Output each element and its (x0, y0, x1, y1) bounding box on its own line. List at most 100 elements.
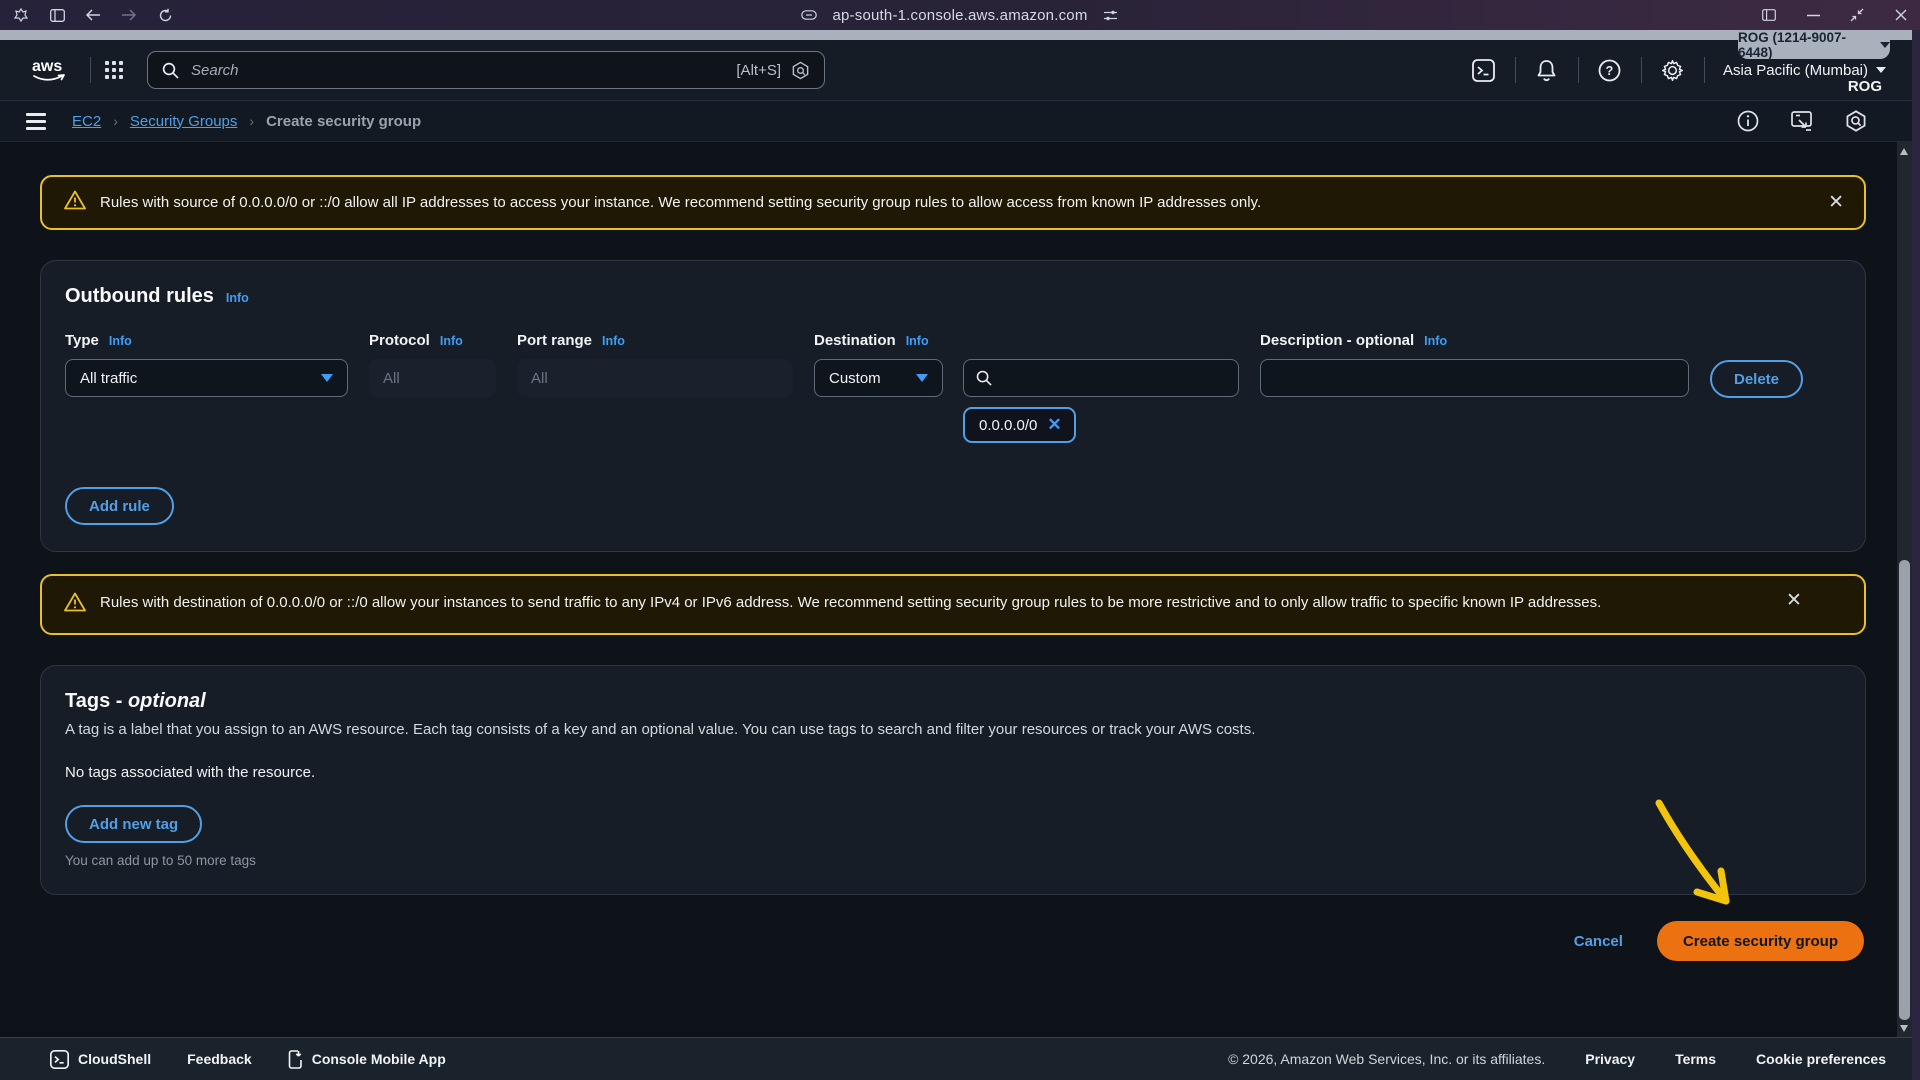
chevron-down-icon (1876, 67, 1886, 73)
type-value: All traffic (80, 370, 137, 387)
add-new-tag-button[interactable]: Add new tag (65, 805, 202, 843)
account-strip (0, 30, 1912, 40)
cookie-preferences-button[interactable]: Cookie preferences (1756, 1051, 1886, 1067)
type-column-label: Type (65, 332, 99, 349)
description-input[interactable] (1260, 359, 1689, 397)
info-icon[interactable] (1736, 109, 1760, 133)
chevron-down-icon (321, 374, 333, 382)
destination-mode-select[interactable]: Custom (814, 359, 943, 397)
divider (1641, 57, 1642, 83)
privacy-link[interactable]: Privacy (1585, 1051, 1635, 1067)
description-info-link[interactable]: Info (1424, 334, 1447, 348)
settings-gear-icon[interactable] (1660, 57, 1686, 83)
chevron-right-icon: › (113, 113, 118, 129)
apps-grid-icon[interactable] (105, 61, 123, 79)
breadcrumb-bar: EC2 › Security Groups › Create security … (0, 101, 1912, 142)
search-icon (976, 370, 992, 386)
console-window-icon[interactable] (1790, 109, 1814, 133)
search-icon (162, 62, 179, 79)
chevron-down-icon (1880, 42, 1890, 48)
type-select[interactable]: All traffic (65, 359, 348, 397)
account-id-label: ROG (1214-9007-6448) (1738, 30, 1874, 60)
search-input[interactable]: Search [Alt+S] (147, 51, 825, 89)
protocol-input: All (369, 359, 496, 397)
tags-empty-text: No tags associated with the resource. (65, 764, 1841, 781)
destination-mode-value: Custom (829, 370, 881, 387)
form-actions: Cancel Create security group (40, 921, 1866, 961)
account-name-label: ROG (1848, 78, 1882, 95)
browser-titlebar: ap-south-1.console.aws.amazon.com (0, 0, 1920, 30)
console-footer: CloudShell Feedback Console Mobile App ©… (0, 1037, 1912, 1080)
tags-description: A tag is a label that you assign to an A… (65, 721, 1841, 738)
cancel-button[interactable]: Cancel (1574, 933, 1623, 950)
breadcrumb-current: Create security group (266, 113, 421, 130)
minimize-icon[interactable] (1804, 6, 1822, 24)
destination-chip: 0.0.0.0/0 ✕ (963, 407, 1076, 443)
destination-search-input[interactable] (963, 359, 1239, 397)
warning-icon (64, 190, 86, 217)
screen: ap-south-1.console.aws.amazon.com ROG (1… (0, 0, 1920, 1080)
destination-info-link[interactable]: Info (906, 334, 929, 348)
warning-text: Rules with source of 0.0.0.0/0 or ::/0 a… (100, 191, 1802, 214)
search-shortcut: [Alt+S] (736, 62, 781, 79)
rule-row: Type Info All traffic Protocol Info (65, 332, 1841, 443)
region-label: Asia Pacific (Mumbai) (1723, 62, 1868, 79)
scroll-up-icon[interactable] (1900, 148, 1908, 155)
mobile-app-icon (288, 1050, 303, 1069)
cloudshell-icon (50, 1050, 69, 1069)
protocol-info-link[interactable]: Info (440, 334, 463, 348)
main-content: Rules with source of 0.0.0.0/0 or ::/0 a… (0, 142, 1898, 1037)
divider (90, 57, 91, 83)
help-icon[interactable]: ? (1597, 57, 1623, 83)
outbound-rules-title: Outbound rules (65, 285, 214, 308)
scrollbar-thumb[interactable] (1899, 560, 1910, 1020)
divider (1704, 57, 1705, 83)
create-security-group-button[interactable]: Create security group (1657, 921, 1864, 961)
console-page: ROG (1214-9007-6448) aws Search [Alt+S] (0, 30, 1912, 1080)
tags-hint: You can add up to 50 more tags (65, 853, 1841, 868)
warning-icon (64, 592, 86, 619)
notifications-bell-icon[interactable] (1534, 57, 1560, 83)
outbound-info-link[interactable]: Info (226, 291, 249, 305)
source-warning-banner: Rules with source of 0.0.0.0/0 or ::/0 a… (40, 175, 1866, 230)
footer-feedback-button[interactable]: Feedback (187, 1051, 252, 1067)
protocol-column-label: Protocol (369, 332, 430, 349)
url-bar[interactable]: ap-south-1.console.aws.amazon.com (0, 0, 1920, 30)
tune-icon[interactable] (1102, 6, 1120, 24)
menu-icon[interactable] (26, 113, 46, 130)
url-text: ap-south-1.console.aws.amazon.com (832, 7, 1087, 24)
region-selector[interactable]: Asia Pacific (Mumbai) (1723, 62, 1886, 79)
account-menu-button[interactable]: ROG (1214-9007-6448) (1738, 30, 1890, 59)
terms-link[interactable]: Terms (1675, 1051, 1716, 1067)
add-rule-button[interactable]: Add rule (65, 487, 174, 525)
footer-cloudshell-button[interactable]: CloudShell (50, 1050, 151, 1069)
breadcrumb-security-groups-link[interactable]: Security Groups (130, 113, 238, 130)
panel-icon[interactable] (1760, 6, 1778, 24)
amazon-q-icon[interactable] (1844, 109, 1868, 133)
remove-chip-icon[interactable]: ✕ (1047, 415, 1061, 435)
scroll-down-icon[interactable] (1900, 1025, 1908, 1032)
vertical-scrollbar[interactable] (1897, 142, 1912, 1037)
type-info-link[interactable]: Info (109, 334, 132, 348)
link-icon (800, 6, 818, 24)
protocol-value: All (383, 370, 400, 387)
close-window-icon[interactable] (1892, 6, 1910, 24)
delete-rule-button[interactable]: Delete (1710, 360, 1803, 398)
close-icon[interactable]: ✕ (1828, 192, 1844, 213)
warning-text: Rules with destination of 0.0.0.0/0 or :… (100, 590, 1760, 614)
divider (1578, 57, 1579, 83)
svg-text:aws: aws (32, 58, 62, 75)
divider (1515, 57, 1516, 83)
aws-logo[interactable]: aws (24, 55, 76, 85)
port-range-info-link[interactable]: Info (602, 334, 625, 348)
chevron-down-icon (916, 374, 928, 382)
breadcrumb-ec2-link[interactable]: EC2 (72, 113, 101, 130)
description-column-label: Description - optional (1260, 332, 1414, 349)
footer-mobile-app-link[interactable]: Console Mobile App (288, 1050, 446, 1069)
outbound-rules-card: Outbound rules Info Type Info All traffi… (40, 260, 1866, 552)
restore-icon[interactable] (1848, 6, 1866, 24)
cloudshell-icon[interactable] (1471, 57, 1497, 83)
tags-card: Tags - optional A tag is a label that yo… (40, 665, 1866, 895)
close-icon[interactable]: ✕ (1786, 590, 1802, 611)
aws-console-header: aws Search [Alt+S] (0, 40, 1912, 101)
